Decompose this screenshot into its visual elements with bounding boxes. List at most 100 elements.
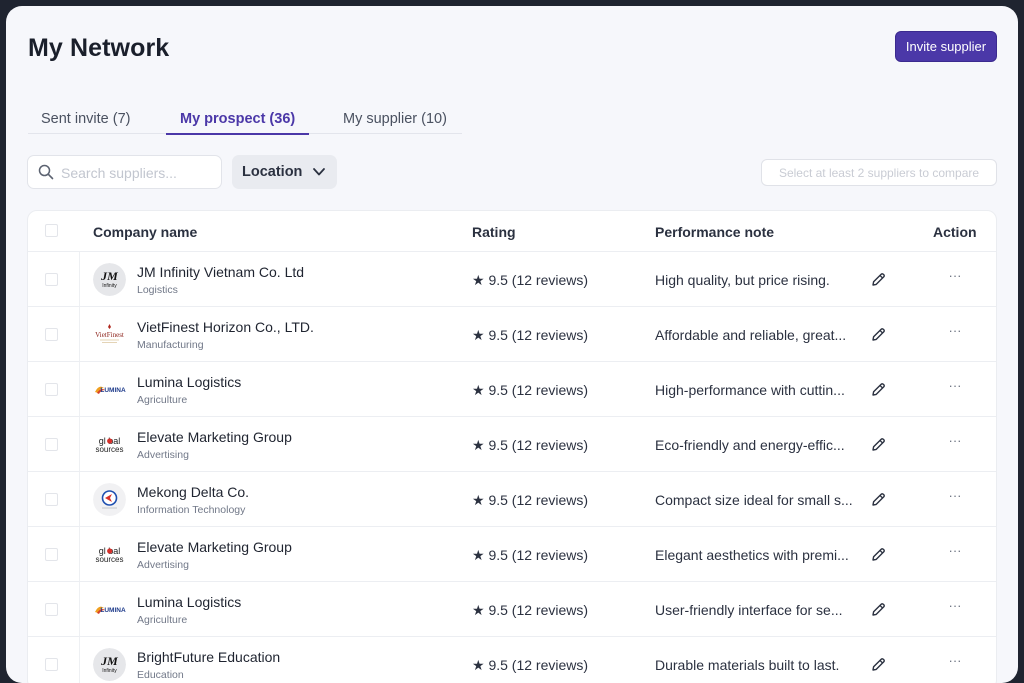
company-name: Lumina Logistics bbox=[137, 374, 242, 390]
svg-text:LUMINA: LUMINA bbox=[100, 607, 126, 614]
rating-value: ★ 9.5 (12 reviews) bbox=[472, 272, 589, 288]
svg-text:JM: JM bbox=[100, 654, 118, 668]
company-name: Elevate Marketing Group bbox=[137, 429, 292, 445]
supplier-table: Company name Rating Performance note Act… bbox=[27, 210, 997, 683]
row-checkbox[interactable] bbox=[45, 438, 58, 451]
table-row[interactable]: LUMINA Lumina Logistics Agriculture ★ 9.… bbox=[28, 362, 996, 417]
rating-value: ★ 9.5 (12 reviews) bbox=[472, 382, 589, 398]
more-actions-icon[interactable]: ··· bbox=[946, 653, 964, 671]
company-name: Mekong Delta Co. bbox=[137, 484, 250, 500]
table-row[interactable]: JM Infinity JM Infinity Vietnam Co. Ltd … bbox=[28, 252, 996, 307]
column-header-rating: Rating bbox=[472, 224, 516, 240]
invite-supplier-button[interactable]: Invite supplier bbox=[895, 31, 997, 62]
company-name: Lumina Logistics bbox=[137, 594, 242, 610]
table-row[interactable]: JM Infinity BrightFuture Education Educa… bbox=[28, 637, 996, 683]
company-industry: Education bbox=[137, 669, 184, 681]
more-actions-icon[interactable]: ··· bbox=[946, 488, 964, 506]
company-industry: Information Technology bbox=[137, 504, 246, 516]
location-filter-label: Location bbox=[242, 164, 303, 180]
more-actions-icon[interactable]: ··· bbox=[946, 433, 964, 451]
edit-icon[interactable] bbox=[870, 436, 887, 453]
performance-note: Compact size ideal for small s... bbox=[655, 492, 853, 508]
performance-note: Affordable and reliable, great... bbox=[655, 327, 847, 343]
lumina-logo: LUMINA bbox=[93, 373, 126, 406]
rating-value: ★ 9.5 (12 reviews) bbox=[472, 547, 589, 563]
page-title: My Network bbox=[28, 34, 170, 62]
svg-text:sources: sources bbox=[95, 555, 123, 564]
search-input[interactable] bbox=[61, 163, 211, 183]
tab-sent-invite[interactable]: Sent invite (7) bbox=[41, 104, 130, 134]
row-checkbox[interactable] bbox=[45, 493, 58, 506]
more-actions-icon[interactable]: ··· bbox=[946, 378, 964, 396]
row-checkbox[interactable] bbox=[45, 328, 58, 341]
tab-bar: Sent invite (7) My prospect (36) My supp… bbox=[28, 104, 462, 135]
search-box bbox=[27, 155, 222, 189]
company-industry: Advertising bbox=[137, 449, 189, 461]
select-all-checkbox[interactable] bbox=[45, 224, 58, 237]
edit-icon[interactable] bbox=[870, 326, 887, 343]
performance-note: User-friendly interface for se... bbox=[655, 602, 843, 618]
rating-value: ★ 9.5 (12 reviews) bbox=[472, 437, 589, 453]
edit-icon[interactable] bbox=[870, 656, 887, 673]
row-checkbox[interactable] bbox=[45, 383, 58, 396]
lumina-logo: LUMINA bbox=[93, 593, 126, 626]
svg-text:Infinity: Infinity bbox=[102, 283, 117, 289]
search-icon bbox=[38, 164, 54, 180]
more-actions-icon[interactable]: ··· bbox=[946, 543, 964, 561]
company-name: VietFinest Horizon Co., LTD. bbox=[137, 319, 314, 335]
column-header-note: Performance note bbox=[655, 224, 775, 240]
compare-suppliers-button[interactable]: Select at least 2 suppliers to compare bbox=[761, 159, 997, 186]
company-name: Elevate Marketing Group bbox=[137, 539, 292, 555]
performance-note: Elegant aesthetics with premi... bbox=[655, 547, 849, 563]
rating-value: ★ 9.5 (12 reviews) bbox=[472, 327, 589, 343]
vietfinest-logo: VietFinest bbox=[93, 318, 126, 351]
edit-icon[interactable] bbox=[870, 271, 887, 288]
table-header: Company name Rating Performance note Act… bbox=[28, 211, 996, 252]
company-name: BrightFuture Education bbox=[137, 649, 281, 665]
column-header-company: Company name bbox=[93, 224, 198, 240]
company-industry: Agriculture bbox=[137, 614, 188, 626]
svg-text:LUMINA: LUMINA bbox=[100, 387, 126, 394]
svg-text:sources: sources bbox=[95, 445, 123, 454]
jm-infinity-logo: JM Infinity bbox=[93, 263, 126, 296]
more-actions-icon[interactable]: ··· bbox=[946, 323, 964, 341]
more-actions-icon[interactable]: ··· bbox=[946, 598, 964, 616]
app-window: My Network Invite supplier Sent invite (… bbox=[6, 6, 1018, 683]
edit-icon[interactable] bbox=[870, 491, 887, 508]
company-name: JM Infinity Vietnam Co. Ltd bbox=[137, 264, 305, 280]
row-checkbox[interactable] bbox=[45, 603, 58, 616]
global-sources-logo: gl bal sources bbox=[93, 538, 126, 571]
chevron-down-icon bbox=[313, 168, 325, 176]
jm-infinity-logo: JM Infinity bbox=[93, 648, 126, 681]
table-row[interactable]: LUMINA Lumina Logistics Agriculture ★ 9.… bbox=[28, 582, 996, 637]
column-header-action: Action bbox=[933, 224, 977, 240]
performance-note: High quality, but price rising. bbox=[655, 272, 830, 288]
more-actions-icon[interactable]: ··· bbox=[946, 268, 964, 286]
svg-text:Infinity: Infinity bbox=[102, 668, 117, 674]
company-industry: Agriculture bbox=[137, 394, 188, 406]
table-row[interactable]: gl bal sources Elevate Marketing Group A… bbox=[28, 417, 996, 472]
company-industry: Advertising bbox=[137, 559, 189, 571]
performance-note: High-performance with cuttin... bbox=[655, 382, 845, 398]
edit-icon[interactable] bbox=[870, 546, 887, 563]
table-row[interactable]: gl bal sources Elevate Marketing Group A… bbox=[28, 527, 996, 582]
row-checkbox[interactable] bbox=[45, 273, 58, 286]
table-row[interactable]: Mekong Delta Co. Information Technology … bbox=[28, 472, 996, 527]
tab-my-prospect[interactable]: My prospect (36) bbox=[166, 104, 310, 135]
row-checkbox[interactable] bbox=[45, 658, 58, 671]
company-industry: Manufacturing bbox=[137, 339, 204, 351]
edit-icon[interactable] bbox=[870, 601, 887, 618]
rating-value: ★ 9.5 (12 reviews) bbox=[472, 602, 589, 618]
table-row[interactable]: VietFinest VietFinest Horizon Co., LTD. … bbox=[28, 307, 996, 362]
row-checkbox[interactable] bbox=[45, 548, 58, 561]
mekong-delta-logo bbox=[93, 483, 126, 516]
performance-note: Durable materials built to last. bbox=[655, 657, 840, 673]
rating-value: ★ 9.5 (12 reviews) bbox=[472, 492, 589, 508]
svg-text:VietFinest: VietFinest bbox=[95, 331, 124, 339]
company-industry: Logistics bbox=[137, 284, 178, 296]
performance-note: Eco-friendly and energy-effic... bbox=[655, 437, 845, 453]
global-sources-logo: gl bal sources bbox=[93, 428, 126, 461]
edit-icon[interactable] bbox=[870, 381, 887, 398]
location-filter-button[interactable]: Location bbox=[232, 155, 337, 189]
tab-my-supplier[interactable]: My supplier (10) bbox=[343, 104, 447, 134]
